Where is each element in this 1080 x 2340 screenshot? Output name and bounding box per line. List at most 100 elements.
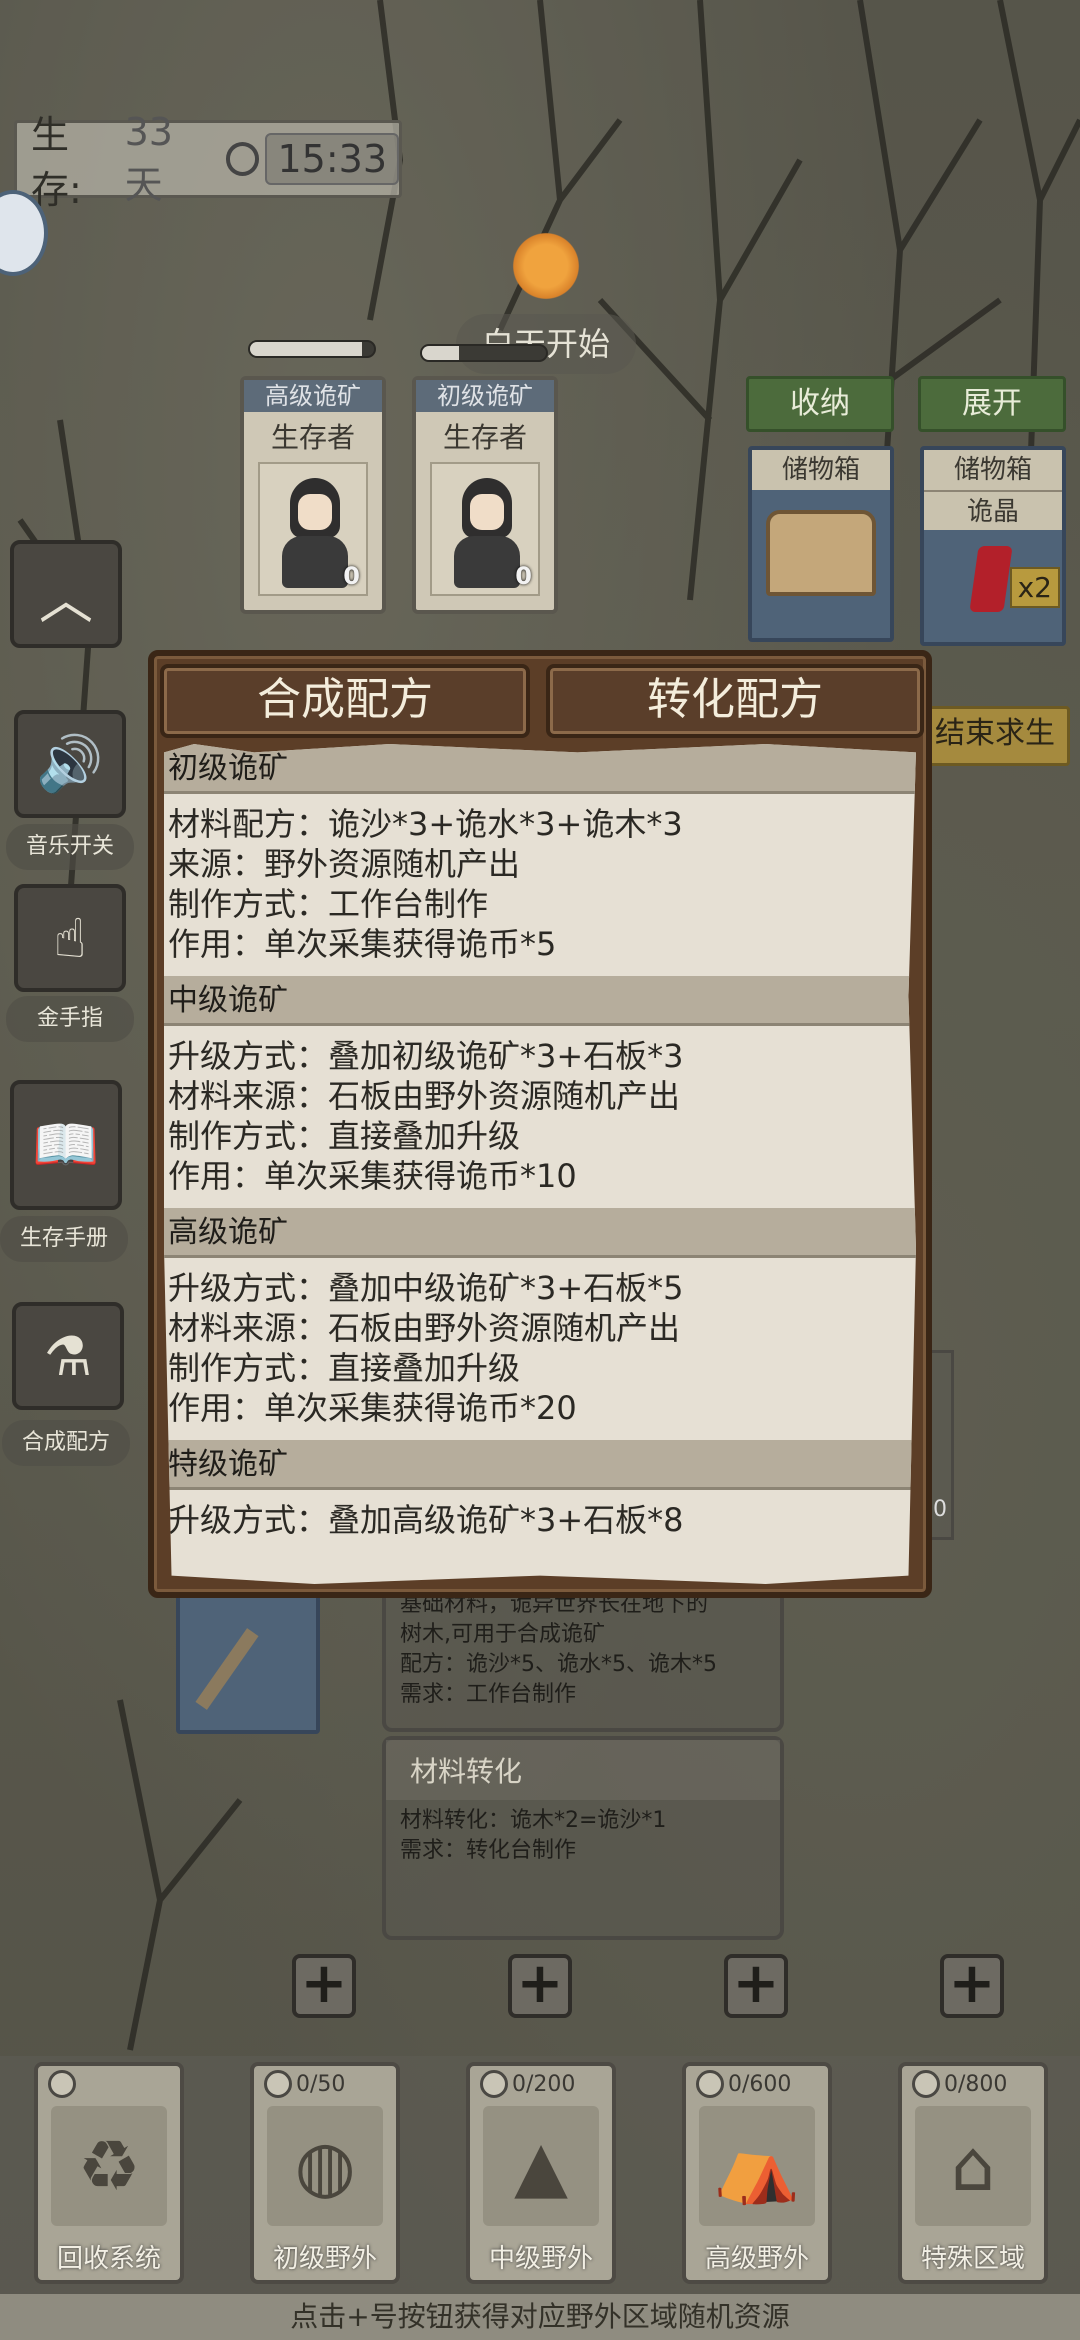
recipe-line: 来源：野外资源随机产出 — [168, 845, 521, 883]
section-title: 中级诡矿 — [164, 976, 916, 1026]
recipe-section: 初级诡矿 材料配方：诡沙*3+诡水*3+诡木*3 来源：野外资源随机产出 制作方… — [164, 744, 916, 976]
hp-bar — [420, 344, 548, 362]
storage-item-qty: x2 — [1009, 567, 1060, 608]
expand-button[interactable]: 展开 — [918, 376, 1066, 432]
game-time: 15:33 — [265, 133, 399, 185]
chevron-up-icon: ︿ — [39, 567, 93, 631]
recipe-section: 高级诡矿 升级方式：叠加中级诡矿*3+石板*5 材料来源：石板由野外资源随机产出… — [164, 1208, 916, 1440]
recipe-line: 升级方式：叠加中级诡矿*3+石板*5 — [168, 1269, 684, 1307]
dock-high-wild[interactable]: 0/600 ⛺ 高级野外 — [682, 2062, 832, 2284]
survival-manual-label: 生存手册 — [0, 1216, 128, 1262]
recipe-section: 中级诡矿 升级方式：叠加初级诡矿*3+石板*3 材料来源：石板由野外资源随机产出… — [164, 976, 916, 1208]
plus-button[interactable]: + — [292, 1954, 356, 2018]
dock-cost: 0/50 — [254, 2066, 396, 2102]
dock-label: 中级野外 — [488, 2244, 593, 2274]
dock-cost: 0/200 — [470, 2066, 612, 2102]
dock-label: 回收系统 — [56, 2244, 161, 2274]
material-info-panel: 基础材料，诡异世界长在地下的 树木,可用于合成诡矿 配方：诡沙*5、诡水*5、诡… — [382, 1580, 784, 1732]
panel-title: 材料转化 — [386, 1740, 780, 1800]
recipe-line: 制作方式：直接叠加升级 — [168, 1117, 521, 1155]
recipe-line: 作用：单次采集获得诡币*10 — [168, 1157, 577, 1195]
character-count: 0 — [343, 562, 360, 590]
plus-button[interactable]: + — [724, 1954, 788, 2018]
section-title: 特级诡矿 — [164, 1440, 916, 1490]
recipe-button[interactable]: ⚗ — [12, 1302, 124, 1410]
survivor-portrait: 0 — [258, 462, 368, 596]
recipe-section: 特级诡矿 升级方式：叠加高级诡矿*3+石板*8 — [164, 1440, 916, 1552]
material-convert-panel: 材料转化 材料转化：诡木*2=诡沙*1 需求：转化台制作 — [382, 1736, 784, 1940]
storage-item-name: 诡晶 — [924, 490, 1062, 530]
collapse-button[interactable]: 收纳 — [746, 376, 894, 432]
cheat-label: 金手指 — [6, 996, 134, 1042]
dock-label: 特殊区域 — [920, 2244, 1025, 2274]
recipe-line: 材料配方：诡沙*3+诡水*3+诡木*3 — [168, 805, 683, 843]
plus-button[interactable]: + — [508, 1954, 572, 2018]
recipe-line: 材料来源：石板由野外资源随机产出 — [168, 1077, 681, 1115]
character-role: 生存者 — [270, 421, 355, 454]
recipe-line: 作用：单次采集获得诡币*20 — [168, 1389, 577, 1427]
section-title: 初级诡矿 — [164, 744, 916, 794]
dock-special-zone[interactable]: 0/800 ⌂ 特殊区域 — [898, 2062, 1048, 2284]
side-count: 0 — [933, 1497, 947, 1522]
cheat-button[interactable]: ☝ — [14, 884, 126, 992]
wood-item-slot[interactable] — [176, 1590, 320, 1734]
book-icon: 📖 — [32, 1113, 100, 1176]
dock-recycle[interactable]: ♻ 回收系统 — [34, 2062, 184, 2284]
tab-craft-recipe[interactable]: 合成配方 — [160, 664, 530, 738]
recycle-icon: ♻ — [51, 2106, 167, 2226]
info-line: 配方：诡沙*5、诡水*5、诡木*5 — [400, 1652, 717, 1677]
pointing-hand-icon: ☝ — [53, 906, 87, 970]
recipe-line: 制作方式：直接叠加升级 — [168, 1349, 521, 1387]
storage-box[interactable]: 储物箱 — [748, 446, 894, 642]
treasure-chest-icon — [766, 510, 876, 596]
info-line: 树木,可用于合成诡矿 — [400, 1622, 605, 1647]
flask-icon: ⚗ — [43, 1324, 93, 1388]
coin-icon — [696, 2070, 724, 2098]
tab-convert-recipe[interactable]: 转化配方 — [546, 664, 924, 738]
recipe-line: 作用：单次采集获得诡币*5 — [168, 925, 557, 963]
dock-cost: 0/600 — [686, 2066, 828, 2102]
plus-button[interactable]: + — [940, 1954, 1004, 2018]
survive-label: 生存: — [31, 113, 82, 212]
recipe-label: 合成配方 — [2, 1420, 130, 1466]
clock-icon — [225, 142, 260, 176]
sleeping-bag-icon: ◍ — [267, 2106, 383, 2226]
storage-title: 储物箱 — [924, 450, 1062, 490]
info-line: 需求：转化台制作 — [400, 1838, 577, 1863]
recipe-scroll-paper[interactable]: 初级诡矿 材料配方：诡沙*3+诡水*3+诡木*3 来源：野外资源随机产出 制作方… — [164, 744, 916, 1584]
character-card[interactable]: 高级诡矿 生存者 0 — [240, 376, 386, 614]
survivor-portrait: 0 — [430, 462, 540, 596]
character-role: 生存者 — [442, 421, 527, 454]
storage-title: 储物箱 — [752, 450, 890, 490]
music-toggle-label: 音乐开关 — [6, 824, 134, 870]
hp-bar — [248, 340, 376, 358]
music-toggle-button[interactable]: 🔊 — [14, 710, 126, 818]
bottom-hint: 点击+号按钮获得对应野外区域随机资源 — [0, 2294, 1080, 2340]
dock-label: 高级野外 — [704, 2244, 809, 2274]
survival-status-bar: 生存: 33天 15:33 — [14, 110, 402, 212]
collapse-up-button[interactable]: ︿ — [10, 540, 122, 648]
sun-icon — [508, 228, 584, 304]
coin-icon — [264, 2070, 292, 2098]
end-survival-button[interactable]: 结束求生 — [920, 706, 1070, 766]
big-tent-icon: ⛺ — [699, 2106, 815, 2226]
character-tag: 高级诡矿 — [244, 380, 382, 412]
character-tag: 初级诡矿 — [416, 380, 554, 412]
crystal-icon — [969, 546, 1013, 612]
info-line: 需求：工作台制作 — [400, 1682, 577, 1707]
coin-icon — [912, 2070, 940, 2098]
dock-label: 初级野外 — [272, 2244, 377, 2274]
recipe-line: 升级方式：叠加高级诡矿*3+石板*8 — [168, 1501, 684, 1539]
dock-mid-wild[interactable]: 0/200 ▲ 中级野外 — [466, 2062, 616, 2284]
survival-manual-button[interactable]: 📖 — [10, 1080, 122, 1210]
info-line: 材料转化：诡木*2=诡沙*1 — [400, 1808, 667, 1833]
tent-icon: ▲ — [483, 2106, 599, 2226]
branch-icon — [195, 1628, 259, 1710]
recipe-line: 材料来源：石板由野外资源随机产出 — [168, 1309, 681, 1347]
dock-cost: 0/800 — [902, 2066, 1044, 2102]
storage-box[interactable]: 储物箱 诡晶 x2 — [920, 446, 1066, 646]
coin-icon — [48, 2070, 76, 2098]
character-card[interactable]: 初级诡矿 生存者 0 — [412, 376, 558, 614]
character-count: 0 — [515, 562, 532, 590]
dock-basic-wild[interactable]: 0/50 ◍ 初级野外 — [250, 2062, 400, 2284]
